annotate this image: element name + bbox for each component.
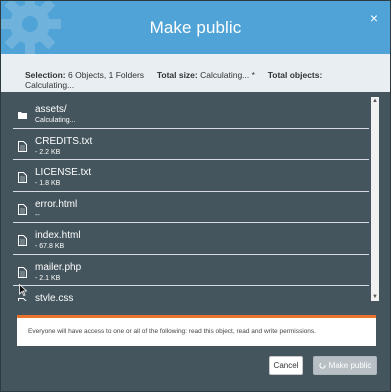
dialog-header: Make public × [1,1,390,54]
list-item: style.css [13,286,369,301]
item-size: -- [35,211,40,219]
list-item: mailer.php - 2.1 KB [13,255,369,286]
file-icon [18,172,27,183]
object-list-items: assets/ Calculating... CREDITS.txt - 2.2… [13,97,369,301]
total-objects-label: Total objects: [267,70,323,80]
selection-label: Selection: [25,70,66,80]
close-icon[interactable]: × [366,10,382,26]
warning-text: Everyone will have access to one or all … [28,328,316,335]
list-scrollbar[interactable]: ▲ ▼ [371,97,379,301]
gear-icon [1,1,61,54]
cancel-label: Cancel [273,361,299,370]
list-item: index.html - 67.8 KB [13,223,369,255]
scroll-down-icon[interactable]: ▼ [371,293,379,301]
item-name: CREDITS.txt [35,135,93,147]
item-name: assets/ [35,104,67,115]
list-item: LICENSE.txt - 1.8 KB [13,160,369,192]
list-item: CREDITS.txt - 2.2 KB [13,129,369,160]
permissions-warning: Everyone will have access to one or all … [17,315,376,346]
item-name: style.css [35,293,74,301]
file-icon [18,140,27,152]
file-icon [18,298,27,301]
object-list[interactable]: assets/ Calculating... CREDITS.txt - 2.2… [13,97,379,301]
selection-value: 6 Objects, 1 Folders [68,70,145,80]
file-icon [18,235,27,246]
folder-icon [18,112,27,119]
item-size: - 67.8 KB [35,243,65,250]
item-name: LICENSE.txt [35,167,92,178]
selection-summary: Selection: 6 Objects, 1 Folders Total si… [1,54,390,92]
list-item: error.html -- [13,192,369,223]
item-name: mailer.php [35,261,82,273]
make-public-button[interactable]: Make public [313,356,377,375]
item-size: - 2.2 KB [35,148,61,156]
mouse-pointer-icon [19,284,27,296]
item-size: - 2.1 KB [35,274,61,282]
dialog-title: Make public [149,17,242,37]
list-item: assets/ Calculating... [13,97,369,129]
scroll-up-icon[interactable]: ▲ [371,97,379,105]
total-size-value: Calculating... * [200,70,255,80]
make-public-dialog: Make public × Selection: 6 Objects, 1 Fo… [0,0,391,392]
item-size: Calculating... [35,117,76,124]
loading-icon [319,362,326,369]
cancel-button[interactable]: Cancel [269,356,303,375]
total-size-label: Total size: [156,70,198,80]
file-icon [18,203,27,215]
item-name: error.html [35,198,78,210]
item-name: index.html [35,230,81,241]
file-icon [18,266,27,278]
total-objects-value: Calculating... [25,80,75,90]
item-size: - 1.8 KB [35,180,61,187]
make-public-label: Make public [328,361,372,370]
